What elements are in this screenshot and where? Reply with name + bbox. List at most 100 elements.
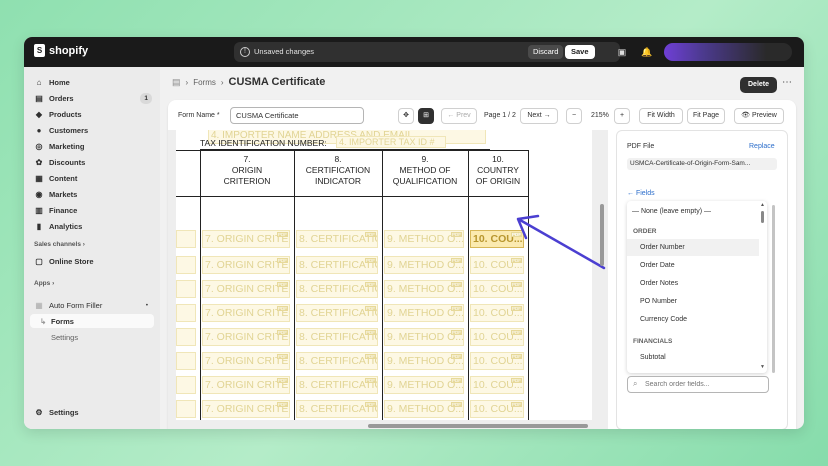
editor-toolbar: Form Name * ✥ ⊞ ← Prev Page 1 / 2 Next →…: [168, 100, 796, 130]
pdf-field[interactable]: [176, 400, 196, 418]
pdf-field[interactable]: 7. ORIGIN CRITE... PDF: [202, 304, 290, 322]
sidebar-item-auto-form-filler[interactable]: ▦ Auto Form Filler •: [30, 298, 154, 313]
delete-button[interactable]: Delete: [740, 77, 778, 93]
dropdown-option[interactable]: Order Notes: [627, 275, 759, 292]
pdf-field[interactable]: [176, 304, 196, 322]
pdf-field[interactable]: 10. COU... PDF: [470, 376, 524, 394]
pdf-field[interactable]: 7. ORIGIN CRITE... PDF: [202, 230, 290, 248]
pdf-field[interactable]: 7. ORIGIN CRITE... PDF: [202, 376, 290, 394]
fit-width-button[interactable]: Fit Width: [639, 108, 683, 124]
pdf-field[interactable]: 8. CERTIFICATIO...PDF: [296, 328, 378, 346]
pdf-field[interactable]: [176, 352, 196, 370]
shopify-logo[interactable]: S shopify: [34, 44, 88, 57]
preview-button[interactable]: 👁 Preview: [734, 108, 784, 124]
pdf-field[interactable]: 7. ORIGIN CRITE... PDF: [202, 352, 290, 370]
sidebar-item-label: Marketing: [49, 142, 85, 151]
pdf-field[interactable]: 9. METHOD O... PDF: [384, 352, 464, 370]
pdf-field[interactable]: 7. ORIGIN CRITE... PDF: [202, 328, 290, 346]
pdf-field[interactable]: 9. METHOD O... PDF: [384, 328, 464, 346]
sidebar-item-orders[interactable]: ▤ Orders 1: [30, 91, 154, 106]
save-button[interactable]: Save: [565, 45, 595, 59]
account-menu[interactable]: [664, 43, 792, 61]
search-order-fields-input[interactable]: [627, 376, 769, 393]
pdf-field[interactable]: 8. CERTIFICATIO...PDF: [296, 376, 378, 394]
sidebar-item-settings[interactable]: ⚙ Settings: [30, 405, 154, 420]
discard-button[interactable]: Discard: [528, 45, 564, 59]
scroll-down-icon[interactable]: ▼: [760, 364, 765, 370]
pdf-field[interactable]: 9. METHOD O... PDF: [384, 230, 464, 248]
pdf-field[interactable]: 10. COU... PDF: [470, 352, 524, 370]
pdf-field[interactable]: 8. CERTIFICATIO...PDF: [296, 352, 378, 370]
pdf-viewer[interactable]: 4. IMPORTER NAME ADDRESS AND EMAIL TAX I…: [168, 130, 608, 429]
panel-scrollbar[interactable]: [772, 205, 775, 373]
tax-id-field[interactable]: 4. IMPORTER TAX ID #: [336, 136, 446, 148]
dropdown-option[interactable]: Subtotal: [627, 349, 759, 366]
pdf-field[interactable]: 8. CERTIFICATIO...PDF: [296, 230, 378, 248]
fit-page-button[interactable]: Fit Page: [687, 108, 725, 124]
sidebar-item-online-store[interactable]: ▢ Online Store: [30, 254, 154, 269]
dropdown-scrollbar[interactable]: [761, 211, 764, 223]
pdf-horizontal-scrollbar[interactable]: [368, 424, 588, 428]
pdf-field[interactable]: [176, 328, 196, 346]
breadcrumb-forms-link[interactable]: Forms: [193, 78, 216, 87]
more-actions-icon[interactable]: ⋯: [782, 77, 792, 88]
pdf-field[interactable]: 9. METHOD O... PDF: [384, 400, 464, 418]
pdf-field[interactable]: 8. CERTIFICATIO...PDF: [296, 304, 378, 322]
sidebar-item-customers[interactable]: ● Customers: [30, 123, 154, 138]
dropdown-option-none[interactable]: — None (leave empty) —: [627, 203, 759, 220]
pdf-field[interactable]: [176, 230, 196, 248]
pdf-field[interactable]: 7. ORIGIN CRITE... PDF: [202, 400, 290, 418]
pdf-field[interactable]: 7. ORIGIN CRITE... PDF: [202, 256, 290, 274]
pdf-field[interactable]: 7. ORIGIN CRITE... PDF: [202, 280, 290, 298]
dropdown-option[interactable]: Order Number: [627, 239, 759, 256]
move-tool-icon[interactable]: ✥: [398, 108, 414, 124]
table-rule: [528, 150, 529, 420]
sidebar-item-markets[interactable]: ◉ Markets: [30, 187, 154, 202]
sales-channels-heading[interactable]: Sales channels ›: [34, 241, 85, 248]
dropdown-option[interactable]: PO Number: [627, 293, 759, 310]
store-icon[interactable]: ▣: [616, 46, 628, 58]
prev-page-button[interactable]: ← Prev: [441, 108, 477, 124]
apps-heading[interactable]: Apps ›: [34, 280, 54, 287]
form-name-input[interactable]: [230, 107, 364, 124]
pdf-field[interactable]: 8. CERTIFICATIO...PDF: [296, 400, 378, 418]
next-page-button[interactable]: Next →: [520, 108, 558, 124]
pdf-field[interactable]: 9. METHOD O... PDF: [384, 304, 464, 322]
scroll-up-icon[interactable]: ▲: [760, 202, 765, 208]
pdf-field[interactable]: 9. METHOD O... PDF: [384, 256, 464, 274]
pdf-field[interactable]: 10. COU... PDF: [470, 304, 524, 322]
dropdown-option[interactable]: Currency Code: [627, 311, 759, 328]
pdf-field[interactable]: [176, 256, 196, 274]
pdf-tag: PDF: [511, 330, 522, 335]
sidebar-item-finance[interactable]: ▥ Finance: [30, 203, 154, 218]
select-tool-icon[interactable]: ⊞: [418, 108, 434, 124]
pdf-vertical-scrollbar[interactable]: [600, 204, 604, 266]
sidebar-item-discounts[interactable]: ✿ Discounts: [30, 155, 154, 170]
sidebar-item-analytics[interactable]: ▮ Analytics: [30, 219, 154, 234]
pdf-field[interactable]: 10. COU... PDF: [470, 400, 524, 418]
home-icon: ⌂: [36, 78, 42, 87]
bell-icon[interactable]: 🔔: [641, 46, 653, 58]
pdf-field[interactable]: 9. METHOD O... PDF: [384, 376, 464, 394]
sidebar-item-forms[interactable]: ↳ Forms: [30, 314, 154, 328]
sidebar-item-marketing[interactable]: ◎ Marketing: [30, 139, 154, 154]
pdf-field[interactable]: 8. CERTIFICATIO...PDF: [296, 280, 378, 298]
sidebar-item-app-settings[interactable]: Settings: [30, 330, 154, 344]
sidebar-item-home[interactable]: ⌂ Home: [30, 75, 154, 90]
pdf-field[interactable]: 10. COU... PDF: [470, 280, 524, 298]
sidebar-item-content[interactable]: ▦ Content: [30, 171, 154, 186]
sidebar-item-products[interactable]: ◆ Products: [30, 107, 154, 122]
pdf-field[interactable]: [176, 280, 196, 298]
pdf-field[interactable]: 8. CERTIFICATIO...PDF: [296, 256, 378, 274]
column-header-line: METHOD OF: [399, 165, 451, 175]
pin-icon[interactable]: •: [146, 303, 148, 309]
zoom-out-button[interactable]: −: [566, 108, 582, 124]
pdf-field[interactable]: 10. COU... PDF: [470, 328, 524, 346]
page-indicator: Page 1 / 2: [484, 112, 516, 119]
pdf-field[interactable]: [176, 376, 196, 394]
replace-link[interactable]: Replace: [749, 143, 775, 150]
dropdown-option[interactable]: Order Date: [627, 257, 759, 274]
zoom-in-button[interactable]: +: [614, 108, 630, 124]
fields-back-link[interactable]: ← Fields: [627, 190, 655, 197]
pdf-field[interactable]: 9. METHOD O... PDF: [384, 280, 464, 298]
